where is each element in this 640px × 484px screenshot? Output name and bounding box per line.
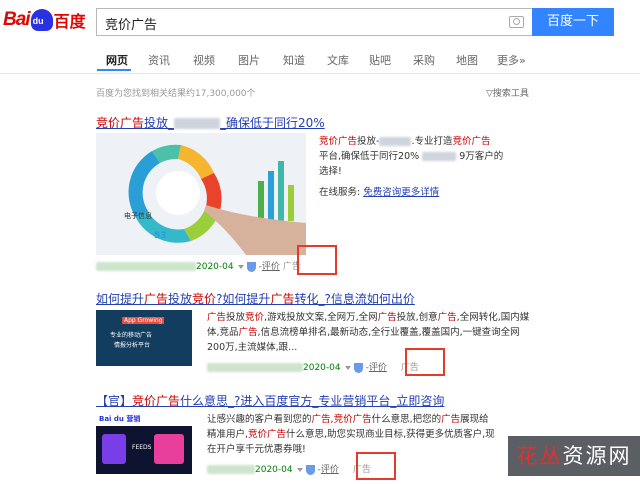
blurred-url [96, 262, 196, 271]
shield-icon[interactable] [305, 464, 315, 475]
desc-text: 精准用户,竞价广告什么意思,助您实现商业目标,获得更多优质客户,现 [207, 429, 495, 440]
result-date: 2020-04 [303, 363, 341, 373]
search-tools-label: 搜索工具 [492, 89, 529, 99]
tab-zhidao[interactable]: 知道 [283, 52, 305, 68]
result-2-title[interactable]: 如何提升广告投放竞价?如何提升广告转化_?信息流如何出价 [96, 290, 415, 307]
result-date: 2020-04 [196, 262, 234, 272]
desc-highlight: 竞价广告 [319, 136, 358, 147]
result-2-description: 广告投放竞价,游戏投放文案,全网万,全网广告投放,创意广告,全网转化,国内媒体,… [207, 312, 530, 353]
logo-cn: 百度 [53, 12, 86, 31]
blurred-url [207, 465, 255, 474]
online-service: 在线服务: 免费咨询更多详情 [319, 184, 439, 198]
shield-icon[interactable] [246, 261, 256, 272]
paw-icon: du [30, 9, 53, 31]
title-highlight: 竞价广告 [96, 116, 145, 130]
result-1-description: 竞价广告投放- .专业打造竞价广告 平台,确保低于同行20% 9万客户的 选择! [319, 134, 533, 179]
thumb-title: App Growing [122, 317, 165, 324]
watermark: 花丛资源网 [508, 436, 640, 476]
desc-text: 平台,确保低于同行20% [319, 151, 420, 162]
result-2-meta: 2020-04 -评价 广告 [207, 360, 419, 373]
logo-text: Bai [3, 9, 31, 30]
rating-link[interactable]: 评价 [369, 363, 387, 373]
result-1-meta: 2020-04 -评价 广告 [96, 259, 301, 272]
desc-text: 9万客户的 [459, 151, 504, 162]
thumb-line-1: 专业的移动广告 [110, 332, 153, 339]
search-query[interactable]: 竞价广告 [105, 14, 157, 33]
thumb-line-2: 情报分析平台 [114, 342, 151, 349]
camera-icon[interactable] [509, 16, 524, 28]
blurred-text [379, 137, 412, 146]
search-button[interactable]: 百度一下 [532, 8, 614, 36]
desc-text: .专业打造 [411, 136, 453, 147]
ad-highlight-box [356, 452, 396, 480]
chart-caption: 电子信息 [124, 212, 152, 220]
thumb-feeds: FEEDS [132, 444, 152, 451]
result-1-title[interactable]: 竞价广告投放_ _确保低于同行20% [96, 114, 325, 131]
watermark-rest: 资源网 [562, 444, 632, 468]
thumb-logo: Bai du 营销 [99, 415, 141, 423]
thumb-phone [154, 434, 184, 464]
desc-text: 投放- [357, 136, 380, 147]
ad-highlight-box [297, 245, 337, 275]
tab-news[interactable]: 资讯 [148, 52, 170, 68]
result-3-description: 让感兴趣的客户看到您的广告,竞价广告什么意思,把您的广告展现给 精准用户,竞价广… [207, 412, 537, 457]
tab-images[interactable]: 图片 [238, 52, 260, 68]
result-1-image[interactable]: 电子信息 53 [96, 133, 306, 255]
blurred-text [422, 152, 457, 161]
tab-wenku[interactable]: 文库 [327, 52, 349, 68]
result-3-meta: 2020-04 -评价 广告 [207, 462, 371, 475]
filter-icon: ▽ [486, 89, 493, 99]
service-link[interactable]: 免费咨询更多详情 [363, 187, 439, 198]
search-tabs: 网页 资讯 视频 图片 知道 文库 贴吧 采购 地图 更多» [0, 41, 640, 74]
tab-web[interactable]: 网页 [106, 52, 128, 68]
rating-link[interactable]: 评价 [262, 262, 280, 272]
baidu-logo[interactable]: Bai du 百度 [3, 6, 86, 34]
tab-more[interactable]: 更多» [497, 52, 526, 68]
blurred-url [207, 363, 303, 372]
result-3-image[interactable]: Bai du 营销 FEEDS [96, 412, 192, 474]
search-tools-button[interactable]: ▽搜索工具 [486, 86, 529, 99]
title-text: _确保低于同行20% [220, 116, 325, 130]
service-label: 在线服务: [319, 187, 361, 198]
header: Bai du 百度 竞价广告 百度一下 [0, 0, 640, 40]
desc-highlight: 竞价广告 [452, 136, 491, 147]
result-3-title[interactable]: 【官】竞价广告什么意思_?进入百度官方_专业营销平台_立即咨询 [96, 392, 444, 409]
active-tab-underline [97, 69, 131, 71]
blurred-text [174, 118, 221, 129]
search-input[interactable]: 竞价广告 [96, 8, 532, 36]
shield-icon[interactable] [353, 362, 363, 373]
paw-text: du [32, 16, 44, 26]
chart-number: 53 [154, 231, 167, 241]
tab-video[interactable]: 视频 [193, 52, 215, 68]
tab-caigou[interactable]: 采购 [413, 52, 435, 68]
dropdown-arrow-icon[interactable] [344, 365, 351, 370]
watermark-hua: 花丛 [516, 444, 563, 468]
dropdown-arrow-icon[interactable] [237, 264, 244, 269]
rating-link[interactable]: 评价 [321, 465, 339, 475]
tab-tieba[interactable]: 贴吧 [369, 52, 391, 68]
desc-text: 让感兴趣的客户看到您的广告,竞价广告什么意思,把您的广告展现给 [207, 414, 489, 425]
result-date: 2020-04 [255, 465, 293, 475]
result-2-image[interactable]: App Growing 专业的移动广告 情报分析平台 [96, 310, 192, 366]
infographic-image [96, 133, 306, 255]
ad-highlight-box [405, 348, 445, 376]
dropdown-arrow-icon[interactable] [296, 467, 303, 472]
title-text: 投放_ [144, 116, 175, 130]
result-count: 百度为您找到相关结果约17,300,000个 [96, 89, 256, 99]
thumb-phone [102, 434, 126, 464]
desc-text: 选择! [319, 166, 342, 177]
tab-map[interactable]: 地图 [456, 52, 478, 68]
